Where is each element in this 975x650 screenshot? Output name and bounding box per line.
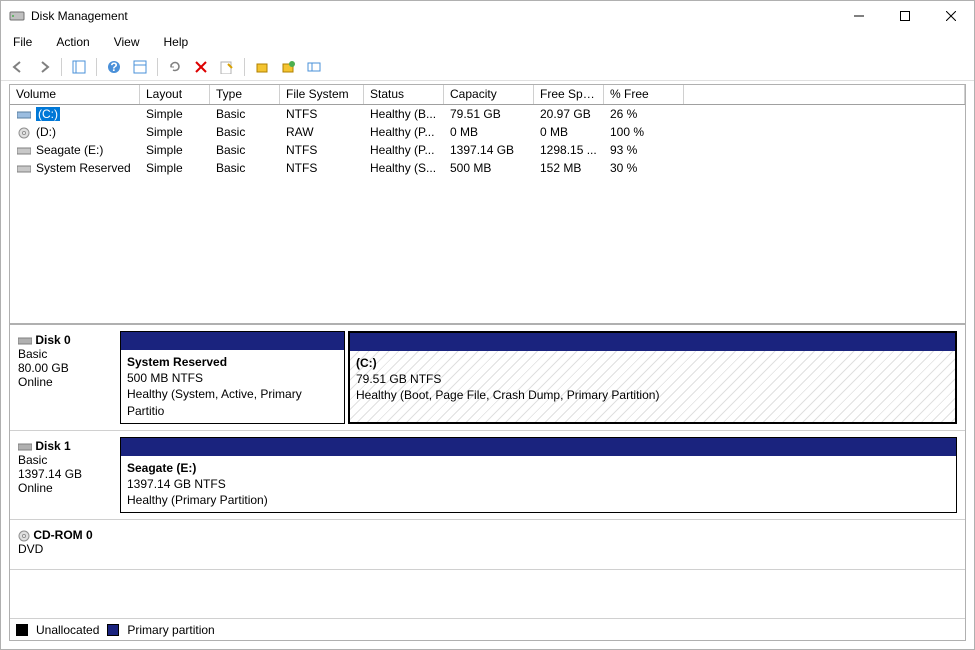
title-bar[interactable]: Disk Management xyxy=(1,1,974,31)
volume-row-d[interactable]: (D:) Simple Basic RAW Healthy (P... 0 MB… xyxy=(10,123,965,141)
volume-label: (D:) xyxy=(36,125,56,139)
menu-help[interactable]: Help xyxy=(158,33,195,51)
volume-label: Seagate (E:) xyxy=(36,143,103,157)
legend: Unallocated Primary partition xyxy=(10,618,965,640)
main-panel: Volume Layout Type File System Status Ca… xyxy=(9,84,966,641)
menu-view[interactable]: View xyxy=(108,33,146,51)
close-button[interactable] xyxy=(928,1,974,31)
partition-c[interactable]: (C:) 79.51 GB NTFS Healthy (Boot, Page F… xyxy=(348,331,957,424)
col-layout[interactable]: Layout xyxy=(140,85,210,104)
delete-button[interactable] xyxy=(190,56,212,78)
back-button[interactable] xyxy=(7,56,29,78)
col-spacer xyxy=(684,85,965,104)
disk-1-row[interactable]: Disk 1 Basic 1397.14 GB Online Seagate (… xyxy=(10,431,965,521)
app-icon xyxy=(9,8,25,24)
svg-text:?: ? xyxy=(110,60,117,74)
cd-icon xyxy=(18,530,30,542)
hdd-icon xyxy=(16,109,32,121)
col-status[interactable]: Status xyxy=(364,85,444,104)
col-pct[interactable]: % Free xyxy=(604,85,684,104)
volume-label: (C:) xyxy=(36,107,60,121)
col-capacity[interactable]: Capacity xyxy=(444,85,534,104)
hdd-icon xyxy=(18,336,32,346)
volume-table-body[interactable]: (C:) Simple Basic NTFS Healthy (B... 79.… xyxy=(10,105,965,325)
toolbar: ? xyxy=(1,53,974,81)
help-button[interactable]: ? xyxy=(103,56,125,78)
menu-bar: File Action View Help xyxy=(1,31,974,53)
col-type[interactable]: Type xyxy=(210,85,280,104)
partition-seagate-e[interactable]: Seagate (E:) 1397.14 GB NTFS Healthy (Pr… xyxy=(120,437,957,514)
details-pane-button[interactable] xyxy=(68,56,90,78)
settings-button[interactable] xyxy=(129,56,151,78)
volume-row-e[interactable]: Seagate (E:) Simple Basic NTFS Healthy (… xyxy=(10,141,965,159)
volume-row-sysres[interactable]: System Reserved Simple Basic NTFS Health… xyxy=(10,159,965,177)
legend-primary-label: Primary partition xyxy=(127,623,214,637)
volume-table-header: Volume Layout Type File System Status Ca… xyxy=(10,85,965,105)
disk-management-window: Disk Management File Action View Help ? xyxy=(0,0,975,650)
legend-unallocated-label: Unallocated xyxy=(36,623,99,637)
forward-button[interactable] xyxy=(33,56,55,78)
graphical-view[interactable]: Disk 0 Basic 80.00 GB Online System Rese… xyxy=(10,325,965,618)
volume-row-c[interactable]: (C:) Simple Basic NTFS Healthy (B... 79.… xyxy=(10,105,965,123)
legend-unallocated-swatch xyxy=(16,624,28,636)
maximize-button[interactable] xyxy=(882,1,928,31)
col-free[interactable]: Free Spa... xyxy=(534,85,604,104)
new-volume-button[interactable] xyxy=(251,56,273,78)
properties-button[interactable] xyxy=(216,56,238,78)
refresh-button[interactable] xyxy=(164,56,186,78)
menu-action[interactable]: Action xyxy=(50,33,95,51)
hdd-icon xyxy=(16,145,32,157)
layout-button[interactable] xyxy=(303,56,325,78)
attach-vhd-button[interactable] xyxy=(277,56,299,78)
hdd-icon xyxy=(18,442,32,452)
hdd-icon xyxy=(16,163,32,175)
col-fs[interactable]: File System xyxy=(280,85,364,104)
volume-label: System Reserved xyxy=(36,161,131,175)
cd-rom-0-row[interactable]: CD-ROM 0 DVD xyxy=(10,520,965,570)
disk-1-info: Disk 1 Basic 1397.14 GB Online xyxy=(14,437,114,514)
partition-system-reserved[interactable]: System Reserved 500 MB NTFS Healthy (Sys… xyxy=(120,331,345,424)
window-title: Disk Management xyxy=(31,9,836,23)
disk-0-info: Disk 0 Basic 80.00 GB Online xyxy=(14,331,114,424)
col-volume[interactable]: Volume xyxy=(10,85,140,104)
menu-file[interactable]: File xyxy=(7,33,38,51)
minimize-button[interactable] xyxy=(836,1,882,31)
cd-rom-0-info: CD-ROM 0 DVD xyxy=(14,526,114,563)
disk-0-row[interactable]: Disk 0 Basic 80.00 GB Online System Rese… xyxy=(10,325,965,431)
cd-icon xyxy=(16,127,32,139)
legend-primary-swatch xyxy=(107,624,119,636)
